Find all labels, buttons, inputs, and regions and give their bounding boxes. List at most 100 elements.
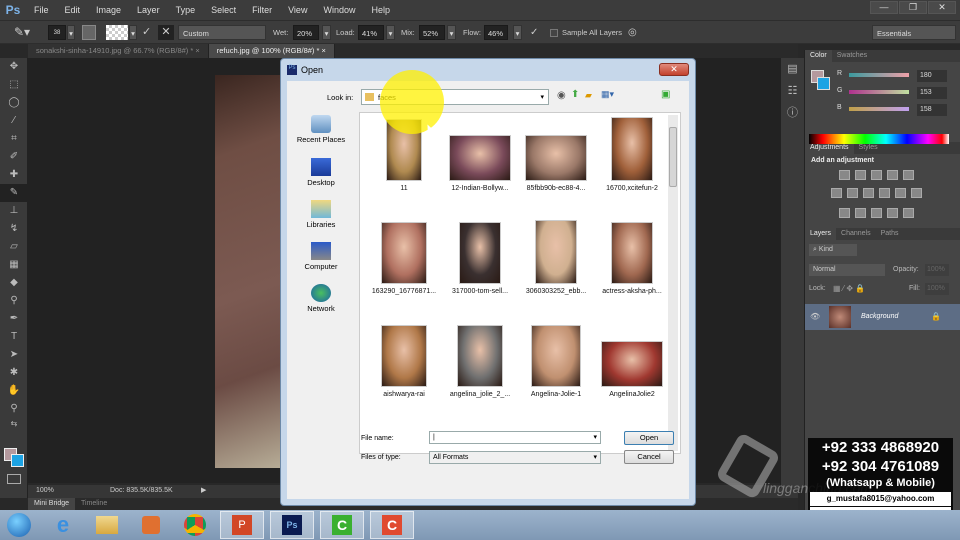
tab-mini-bridge[interactable]: Mini Bridge xyxy=(28,498,76,510)
tab-layers[interactable]: Layers xyxy=(805,228,837,240)
menu-edit[interactable]: Edit xyxy=(57,5,89,15)
info-panel-icon[interactable]: ⓘ xyxy=(781,102,804,124)
sample-all-layers-checkbox[interactable] xyxy=(550,29,558,37)
flow-input[interactable]: 46% xyxy=(484,25,508,40)
menu-help[interactable]: Help xyxy=(363,5,398,15)
tab-color[interactable]: Color xyxy=(805,50,832,62)
threshold-icon[interactable] xyxy=(871,208,882,218)
close-tab-icon[interactable]: × xyxy=(322,46,326,55)
taskbar-file-explorer[interactable] xyxy=(88,511,126,539)
file-item[interactable]: Angelina-Jolie-1 xyxy=(518,323,594,398)
load-input[interactable]: 41% xyxy=(358,25,384,40)
file-item[interactable]: 12-Indian-Bollyw... xyxy=(442,117,518,192)
history-panel-icon[interactable]: ▤ xyxy=(781,58,804,80)
hue-saturation-icon[interactable] xyxy=(831,188,842,198)
menu-file[interactable]: File xyxy=(26,5,57,15)
tab-channels[interactable]: Channels xyxy=(836,228,876,240)
red-value[interactable]: 180 xyxy=(917,70,947,82)
channel-mixer-icon[interactable] xyxy=(895,188,906,198)
pressure-icon[interactable]: ◎ xyxy=(628,25,637,40)
lock-icons[interactable]: ▦ ⁄ ✥ 🔒 xyxy=(833,284,865,293)
eyedropper-tool-icon[interactable]: ✐ xyxy=(0,148,28,166)
load-dropdown[interactable]: ▾ xyxy=(386,25,395,40)
brightness-contrast-icon[interactable] xyxy=(839,170,850,180)
tab-paths[interactable]: Paths xyxy=(876,228,904,240)
shape-tool-icon[interactable]: ✱ xyxy=(0,364,28,382)
image-preview-icon[interactable]: ▣ xyxy=(661,89,670,100)
wet-dropdown[interactable]: ▾ xyxy=(322,25,331,40)
photo-filter-icon[interactable] xyxy=(879,188,890,198)
status-menu-arrow[interactable]: ▶ xyxy=(201,486,206,494)
blend-mode-dropdown[interactable]: Normal xyxy=(809,264,885,276)
taskbar-camtasia-studio[interactable]: C xyxy=(370,511,414,539)
crop-tool-icon[interactable]: ⌗ xyxy=(0,130,28,148)
file-item[interactable]: angelina_jolie_2_... xyxy=(442,323,518,398)
background-color-swatch[interactable] xyxy=(11,454,24,467)
brush-panel-icon[interactable] xyxy=(82,25,96,40)
up-folder-icon[interactable]: ⬆ xyxy=(571,89,579,100)
quick-mask-icon[interactable] xyxy=(7,474,21,484)
zoom-tool-icon[interactable]: ⚲ xyxy=(0,400,28,418)
cancel-button[interactable]: Cancel xyxy=(624,450,674,464)
layer-filter-kind[interactable]: ⌕ Kind xyxy=(809,244,857,256)
color-panel-background[interactable] xyxy=(817,77,830,90)
dialog-close-button[interactable]: ✕ xyxy=(659,63,689,76)
file-list-scrollbar[interactable] xyxy=(668,115,678,451)
exposure-icon[interactable] xyxy=(887,170,898,180)
back-icon[interactable]: ◉ xyxy=(557,90,566,101)
file-item[interactable]: AngelinaJolie2 xyxy=(594,323,670,398)
posterize-icon[interactable] xyxy=(855,208,866,218)
blue-slider[interactable] xyxy=(849,107,909,111)
dodge-tool-icon[interactable]: ⚲ xyxy=(0,292,28,310)
file-item[interactable]: 163290_16776871... xyxy=(366,220,442,295)
gradient-map-icon[interactable] xyxy=(903,208,914,218)
taskbar-media-player[interactable] xyxy=(132,511,170,539)
green-value[interactable]: 153 xyxy=(917,87,947,99)
taskbar-camtasia-recorder[interactable]: C xyxy=(320,511,364,539)
place-network[interactable]: Network xyxy=(291,284,351,313)
green-slider[interactable] xyxy=(849,90,909,94)
vibrance-icon[interactable] xyxy=(903,170,914,180)
clean-brush-icon[interactable]: ✕ xyxy=(158,25,174,40)
place-desktop[interactable]: Desktop xyxy=(291,158,351,187)
blue-value[interactable]: 158 xyxy=(917,104,947,116)
move-tool-icon[interactable]: ✥ xyxy=(0,58,28,76)
red-slider[interactable] xyxy=(849,73,909,77)
menu-layer[interactable]: Layer xyxy=(129,5,168,15)
hand-tool-icon[interactable]: ✋ xyxy=(0,382,28,400)
preset-dropdown[interactable]: Custom xyxy=(178,25,266,40)
pen-tool-icon[interactable]: ✒ xyxy=(0,310,28,328)
taskbar-powerpoint[interactable]: P xyxy=(220,511,264,539)
marquee-tool-icon[interactable]: ⬚ xyxy=(0,76,28,94)
place-computer[interactable]: Computer xyxy=(291,242,351,271)
menu-window[interactable]: Window xyxy=(315,5,363,15)
tab-swatches[interactable]: Swatches xyxy=(832,50,872,62)
color-lookup-icon[interactable] xyxy=(911,188,922,198)
close-tab-icon[interactable]: × xyxy=(195,46,199,55)
taskbar-chrome[interactable] xyxy=(176,511,214,539)
layer-name[interactable]: Background xyxy=(861,313,898,320)
place-recent-places[interactable]: Recent Places xyxy=(291,115,351,144)
curves-icon[interactable] xyxy=(871,170,882,180)
file-item[interactable]: 16700,xcitefun-2 xyxy=(594,117,670,192)
invert-icon[interactable] xyxy=(839,208,850,218)
gradient-tool-icon[interactable]: ▦ xyxy=(0,256,28,274)
doc-tab-refuch[interactable]: refuch.jpg @ 100% (RGB/8#) * × xyxy=(208,44,335,58)
tab-timeline[interactable]: Timeline xyxy=(75,498,113,510)
load-brush-icon[interactable]: ✓ xyxy=(142,25,151,40)
clone-stamp-tool-icon[interactable]: ⊥ xyxy=(0,202,28,220)
mix-dropdown[interactable]: ▾ xyxy=(447,25,456,40)
mix-input[interactable]: 52% xyxy=(419,25,445,40)
quick-select-tool-icon[interactable]: ⁄ xyxy=(0,112,28,130)
levels-icon[interactable] xyxy=(855,170,866,180)
menu-filter[interactable]: Filter xyxy=(244,5,280,15)
workspace-dropdown[interactable]: Essentials xyxy=(872,25,956,40)
taskbar-photoshop[interactable]: Ps xyxy=(270,511,314,539)
restore-button[interactable]: ❐ xyxy=(899,1,927,14)
brush-tool-icon[interactable]: ✎ xyxy=(0,184,28,202)
taskbar-internet-explorer[interactable]: e xyxy=(44,511,82,539)
path-selection-tool-icon[interactable]: ➤ xyxy=(0,346,28,364)
blur-tool-icon[interactable]: ◆ xyxy=(0,274,28,292)
airbrush-icon[interactable]: ✓ xyxy=(530,25,538,40)
open-button[interactable]: Open xyxy=(624,431,674,445)
